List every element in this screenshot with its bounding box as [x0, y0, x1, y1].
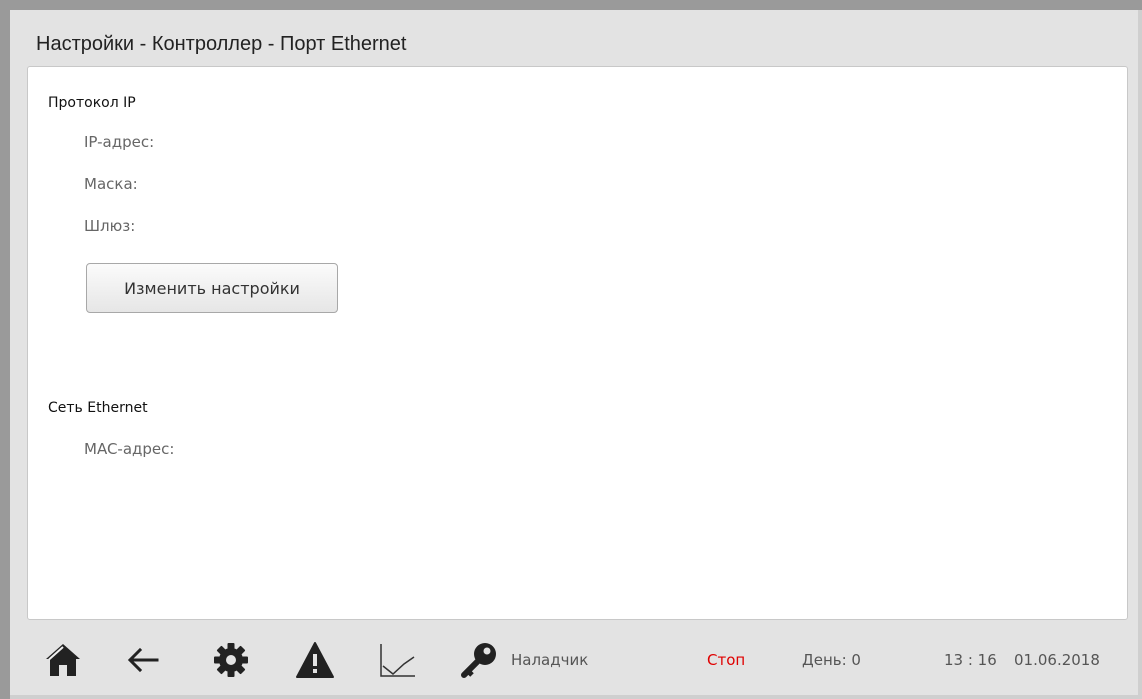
clock-date: 01.06.2018	[1014, 651, 1100, 669]
home-icon[interactable]	[43, 640, 83, 680]
warning-icon[interactable]	[295, 640, 335, 680]
change-settings-button[interactable]: Изменить настройки	[86, 263, 338, 313]
status-stop-label: Стоп	[707, 651, 746, 669]
user-role-label[interactable]: Наладчик	[511, 651, 588, 669]
settings-panel: Протокол IP IP-адрес: Маска: Шлюз: Измен…	[27, 66, 1128, 620]
page-title: Настройки - Контроллер - Порт Ethernet	[36, 33, 407, 55]
frame-edge-bottom	[10, 695, 1142, 699]
bottom-toolbar: Наладчик Стоп День: 0 13 : 16 01.06.2018	[27, 624, 1128, 688]
mac-address-label: MAC-адрес:	[84, 440, 175, 458]
gear-icon[interactable]	[211, 640, 251, 680]
ip-address-label: IP-адрес:	[84, 133, 155, 151]
gateway-label: Шлюз:	[84, 217, 136, 235]
frame-edge-right	[1138, 10, 1142, 699]
back-arrow-icon[interactable]	[123, 640, 163, 680]
chart-icon[interactable]	[377, 640, 417, 680]
clock-time: 13 : 16	[944, 651, 997, 669]
ip-section-heading: Протокол IP	[48, 95, 136, 111]
ethernet-section-heading: Сеть Ethernet	[48, 400, 148, 416]
mask-label: Маска:	[84, 175, 138, 193]
key-icon[interactable]	[459, 640, 499, 680]
day-counter: День: 0	[802, 651, 861, 669]
